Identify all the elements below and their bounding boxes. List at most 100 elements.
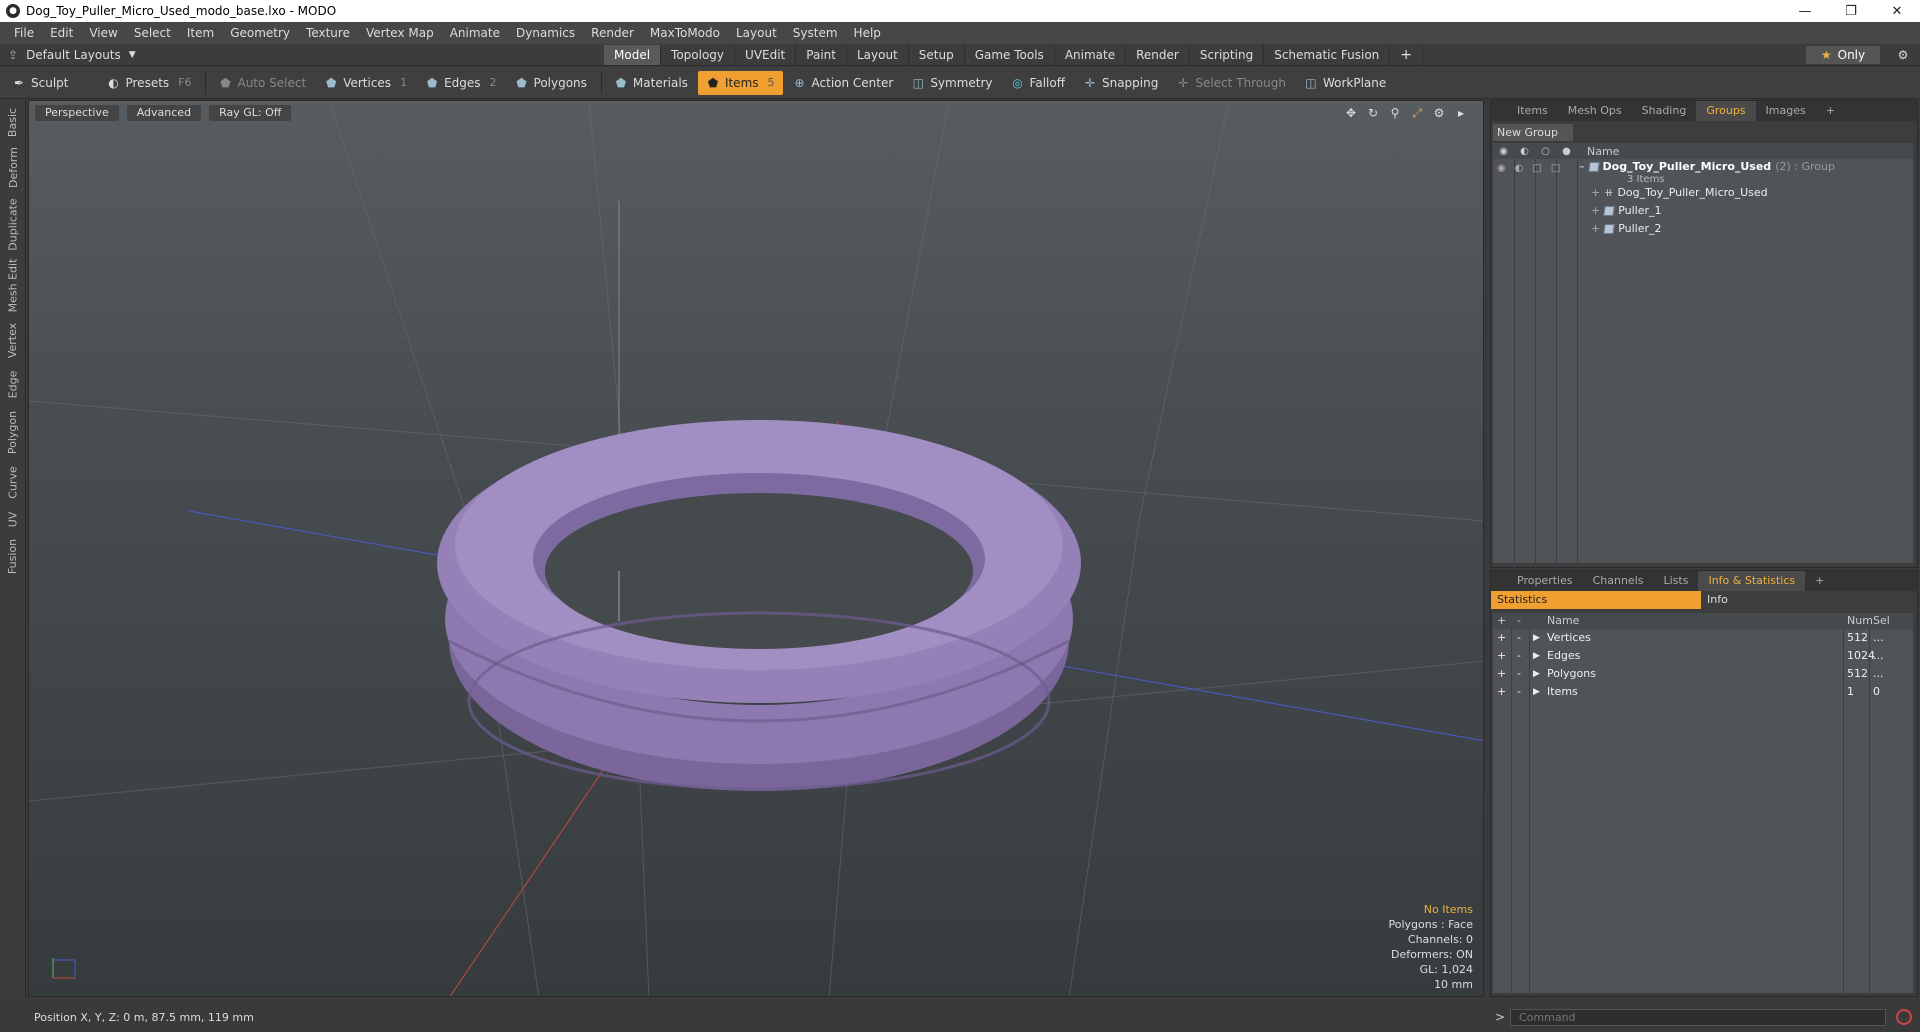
- expand-icon[interactable]: +: [1591, 204, 1600, 217]
- maximize-button[interactable]: ❐: [1828, 0, 1874, 22]
- remove-icon[interactable]: -: [1517, 685, 1521, 698]
- tab-render[interactable]: Render: [1126, 45, 1190, 65]
- render-checkbox[interactable]: □: [1532, 163, 1541, 174]
- menu-file[interactable]: File: [6, 26, 42, 40]
- tab-groups[interactable]: Groups: [1696, 101, 1756, 121]
- add-panel-tab-button[interactable]: +: [1805, 571, 1834, 591]
- add-icon[interactable]: +: [1497, 649, 1506, 662]
- table-row[interactable]: + - ▶ Items 1 0: [1493, 683, 1913, 701]
- vtab-fusion[interactable]: Fusion: [0, 536, 26, 576]
- symmetry-button[interactable]: ◫ Symmetry: [903, 71, 1000, 95]
- presets-button[interactable]: ◐ Presets F6: [98, 71, 199, 95]
- layout-preset-dropdown[interactable]: ⇪ Default Layouts ▼: [8, 48, 168, 62]
- workplane-button[interactable]: ◫ WorkPlane: [1296, 71, 1394, 95]
- menu-layout[interactable]: Layout: [728, 26, 785, 40]
- menu-select[interactable]: Select: [126, 26, 179, 40]
- expand-icon[interactable]: +: [1591, 186, 1600, 199]
- snapping-button[interactable]: ✛ Snapping: [1075, 71, 1166, 95]
- remove-icon[interactable]: -: [1517, 614, 1521, 627]
- menu-system[interactable]: System: [785, 26, 846, 40]
- add-icon[interactable]: +: [1497, 614, 1506, 627]
- view-perspective-button[interactable]: Perspective: [35, 105, 119, 121]
- minimize-button[interactable]: —: [1782, 0, 1828, 22]
- raygl-button[interactable]: Ray GL: Off: [209, 105, 292, 121]
- expand-icon[interactable]: +: [1591, 222, 1600, 235]
- command-input[interactable]: [1510, 1008, 1886, 1026]
- tab-images[interactable]: Images: [1756, 101, 1816, 121]
- chevron-right-icon[interactable]: ▸: [1453, 105, 1469, 121]
- menu-help[interactable]: Help: [846, 26, 889, 40]
- menu-view[interactable]: View: [81, 26, 125, 40]
- tree-item-puller-2[interactable]: + Puller_2: [1591, 222, 1662, 235]
- maximize-icon[interactable]: ⤢: [1409, 105, 1425, 121]
- materials-button[interactable]: ⬟ Materials: [606, 71, 696, 95]
- menu-item[interactable]: Item: [179, 26, 222, 40]
- expand-arrow-icon[interactable]: ▶: [1533, 651, 1540, 661]
- table-row[interactable]: + - ▶ Polygons 512 ...: [1493, 665, 1913, 683]
- gear-icon[interactable]: ⚙: [1894, 46, 1912, 64]
- only-toggle[interactable]: ★ Only: [1806, 46, 1880, 64]
- action-center-button[interactable]: ⊕ Action Center: [785, 71, 902, 95]
- vtab-polygon[interactable]: Polygon: [0, 406, 26, 458]
- close-button[interactable]: ✕: [1874, 0, 1920, 22]
- tab-statistics[interactable]: Statistics: [1491, 591, 1701, 609]
- items-button[interactable]: ⬟ Items 5: [697, 70, 783, 95]
- tab-channels[interactable]: Channels: [1583, 571, 1654, 591]
- table-row[interactable]: + - ▶ Edges 1024 ...: [1493, 647, 1913, 665]
- expand-icon[interactable]: –: [1579, 160, 1585, 173]
- menu-render[interactable]: Render: [583, 26, 642, 40]
- menu-texture[interactable]: Texture: [298, 26, 358, 40]
- menu-vertex-map[interactable]: Vertex Map: [358, 26, 442, 40]
- tab-schematic-fusion[interactable]: Schematic Fusion: [1264, 45, 1391, 65]
- edges-button[interactable]: ⬟ Edges 2: [417, 71, 504, 95]
- remove-icon[interactable]: -: [1517, 631, 1521, 644]
- remove-icon[interactable]: -: [1517, 667, 1521, 680]
- tab-game-tools[interactable]: Game Tools: [964, 45, 1055, 65]
- tab-uvedit[interactable]: UVEdit: [735, 45, 797, 65]
- vertices-button[interactable]: ⬟ Vertices 1: [316, 71, 415, 95]
- add-icon[interactable]: +: [1497, 685, 1506, 698]
- tab-info[interactable]: Info: [1701, 591, 1917, 609]
- expand-arrow-icon[interactable]: ▶: [1533, 669, 1540, 679]
- falloff-button[interactable]: ◎ Falloff: [1003, 71, 1073, 95]
- vtab-curve[interactable]: Curve: [0, 462, 26, 502]
- 3d-viewport[interactable]: Perspective Advanced Ray GL: Off ✥ ↻ ⚲ ⤢…: [28, 100, 1484, 997]
- tab-mesh-ops[interactable]: Mesh Ops: [1558, 101, 1632, 121]
- tree-item-puller-1[interactable]: + Puller_1: [1591, 204, 1662, 217]
- menu-dynamics[interactable]: Dynamics: [508, 26, 583, 40]
- tab-lists[interactable]: Lists: [1654, 571, 1699, 591]
- tab-topology[interactable]: Topology: [661, 45, 736, 65]
- expand-arrow-icon[interactable]: ▶: [1533, 687, 1540, 697]
- tree-item-locator[interactable]: + ⧺ Dog_Toy_Puller_Micro_Used: [1591, 186, 1768, 199]
- group-row[interactable]: – Dog_Toy_Puller_Micro_Used (2) : Group: [1579, 160, 1835, 173]
- table-row[interactable]: + - ▶ Vertices 512 ...: [1493, 629, 1913, 647]
- vtab-uv[interactable]: UV: [0, 506, 26, 532]
- new-group-button[interactable]: New Group: [1493, 124, 1573, 141]
- vtab-mesh-edit[interactable]: Mesh Edit: [0, 256, 26, 314]
- add-tab-button[interactable]: +: [1390, 45, 1424, 65]
- lock-toggle-icon[interactable]: ◐: [1515, 163, 1524, 174]
- vtab-vertex[interactable]: Vertex: [0, 318, 26, 362]
- zoom-icon[interactable]: ⚲: [1387, 105, 1403, 121]
- vtab-duplicate[interactable]: Duplicate: [0, 196, 26, 252]
- tab-paint[interactable]: Paint: [796, 45, 847, 65]
- add-icon[interactable]: +: [1497, 667, 1506, 680]
- lock-icon[interactable]: ◐: [1514, 146, 1535, 157]
- tab-scripting[interactable]: Scripting: [1189, 45, 1265, 65]
- tab-info-statistics[interactable]: Info & Statistics: [1698, 571, 1806, 591]
- gear-icon[interactable]: ⚙: [1431, 105, 1447, 121]
- shading-advanced-button[interactable]: Advanced: [126, 105, 202, 121]
- select-checkbox[interactable]: □: [1551, 163, 1560, 174]
- auto-select-button[interactable]: ⬟ Auto Select: [210, 71, 314, 95]
- select-icon[interactable]: ●: [1556, 146, 1577, 157]
- vtab-basic[interactable]: Basic: [0, 104, 26, 140]
- tab-shading[interactable]: Shading: [1632, 101, 1697, 121]
- menu-geometry[interactable]: Geometry: [222, 26, 298, 40]
- menu-maxtomodo[interactable]: MaxToModo: [642, 26, 728, 40]
- pan-icon[interactable]: ✥: [1343, 105, 1359, 121]
- tab-setup[interactable]: Setup: [908, 45, 965, 65]
- tab-model[interactable]: Model: [604, 45, 662, 65]
- remove-icon[interactable]: -: [1517, 649, 1521, 662]
- tab-items[interactable]: Items: [1507, 101, 1558, 121]
- add-panel-tab-button[interactable]: +: [1816, 101, 1845, 121]
